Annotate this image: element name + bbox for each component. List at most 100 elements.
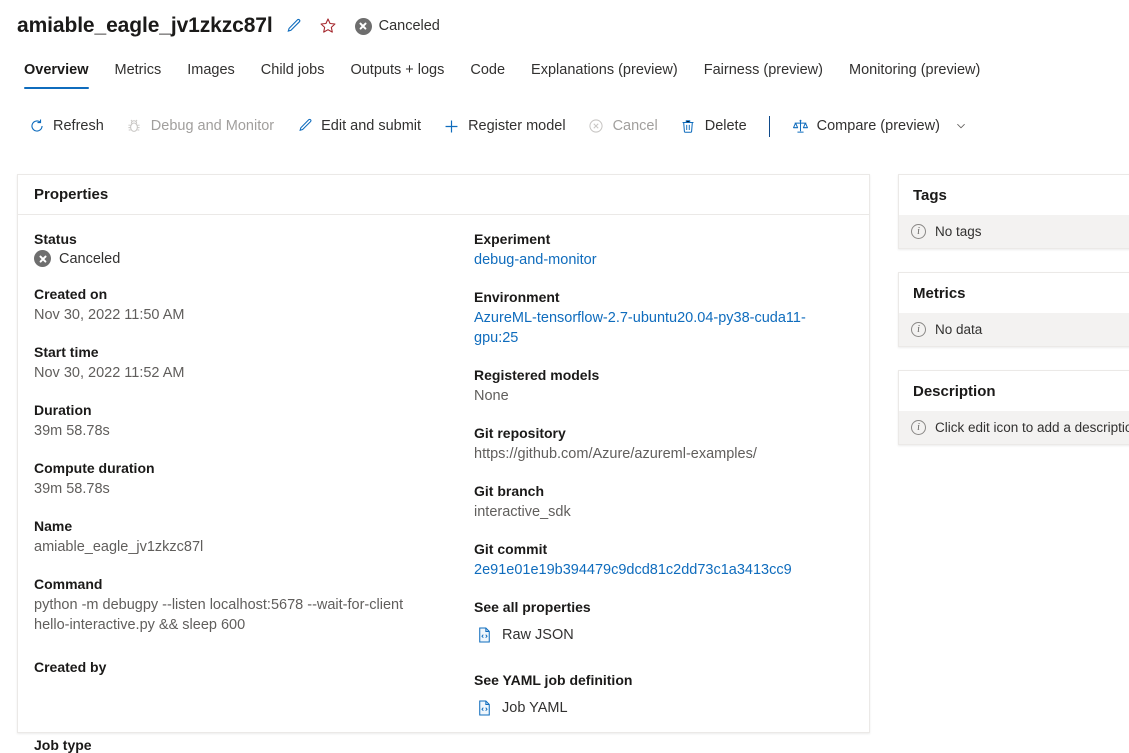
section-label: See all properties [474,599,591,615]
property-label: Start time [34,344,99,360]
tab-bar: Overview Metrics Images Child jobs Outpu… [17,58,993,89]
page-title: amiable_eagle_jv1zkzc87l [17,14,273,37]
environment-link[interactable]: AzureML-tensorflow-2.7-ubuntu20.04-py38-… [474,308,846,348]
debug-and-monitor-button[interactable]: Debug and Monitor [115,110,285,142]
pencil-icon [296,118,313,135]
tab-fairness[interactable]: Fairness (preview) [691,58,836,89]
tab-label: Outputs + logs [350,62,445,78]
property-value: Canceled [34,250,442,267]
property-created-on: Created on Nov 30, 2022 11:50 AM [34,284,442,325]
star-icon[interactable] [315,13,341,39]
tab-code[interactable]: Code [457,58,518,89]
command-bar: Refresh Debug and Monitor Edit and submi… [17,110,978,142]
tab-images[interactable]: Images [174,58,248,89]
properties-right-column: Experiment debug-and-monitor Environment… [458,229,868,753]
property-value: https://github.com/Azure/azureml-example… [474,446,757,462]
register-model-label: Register model [468,118,566,134]
property-start-time: Start time Nov 30, 2022 11:52 AM [34,342,442,383]
raw-json-link[interactable]: Raw JSON [476,626,852,644]
status-badge: Canceled [354,17,440,35]
section-label: See YAML job definition [474,672,633,688]
property-value: 39m 58.78s [34,481,110,497]
metrics-title: Metrics [899,273,1129,313]
info-icon [911,322,926,337]
scales-icon [792,118,809,135]
page-header: amiable_eagle_jv1zkzc87l Canceled [17,12,440,40]
property-label: Registered models [474,367,600,383]
cancel-button[interactable]: Cancel [577,110,669,142]
edit-and-submit-label: Edit and submit [321,118,422,134]
tags-title: Tags [899,175,1129,215]
property-command: Command python -m debugpy --listen local… [34,574,442,635]
metrics-card: Metrics No data [898,272,1129,347]
tab-label: Code [470,62,506,78]
properties-body: Status Canceled Created on Nov 30, 2022 … [18,215,869,753]
chevron-down-icon[interactable] [955,120,967,132]
property-git-commit: Git commit 2e91e01e19b394479c9dcd81c2dd7… [474,539,852,580]
raw-json-label: Raw JSON [502,627,574,643]
description-message-label: Click edit icon to add a description [935,420,1129,435]
property-status: Status Canceled [34,229,442,267]
property-environment: Environment AzureML-tensorflow-2.7-ubunt… [474,287,852,348]
job-yaml-label: Job YAML [502,700,568,716]
canceled-icon [354,17,372,35]
compare-button[interactable]: Compare (preview) [781,110,978,142]
cancel-icon [588,118,605,135]
experiment-link[interactable]: debug-and-monitor [474,250,852,270]
property-label: Environment [474,289,560,305]
tab-metrics[interactable]: Metrics [102,58,175,89]
property-value: Nov 30, 2022 11:50 AM [34,307,185,323]
property-label: Command [34,576,103,592]
pencil-icon[interactable] [281,13,307,39]
property-label: Name [34,518,73,534]
property-label: Git commit [474,541,548,557]
property-label: Job type [34,737,92,753]
canceled-icon [34,250,51,267]
tab-label: Images [187,62,235,78]
property-label: Compute duration [34,460,155,476]
property-duration: Duration 39m 58.78s [34,400,442,441]
delete-button[interactable]: Delete [669,110,758,142]
refresh-button[interactable]: Refresh [17,110,115,142]
property-value: 39m 58.78s [34,423,110,439]
property-created-by: Created by [34,657,442,718]
toolbar-divider [768,115,770,137]
properties-title: Properties [18,175,869,215]
description-empty-message: Click edit icon to add a description [899,411,1129,444]
property-value: Nov 30, 2022 11:52 AM [34,365,185,381]
description-title: Description [899,371,1129,411]
tab-label: Metrics [114,62,162,78]
job-yaml-link[interactable]: Job YAML [476,699,852,717]
register-model-button[interactable]: Register model [432,110,577,142]
property-label: Git branch [474,483,545,499]
metrics-empty-message: No data [899,313,1129,346]
property-label: Duration [34,402,92,418]
tags-message-label: No tags [935,224,982,239]
property-label: Experiment [474,231,551,247]
tab-explanations[interactable]: Explanations (preview) [518,58,691,89]
refresh-label: Refresh [53,118,104,134]
property-label: Created by [34,659,107,675]
property-git-branch: Git branch interactive_sdk [474,481,852,522]
git-commit-link[interactable]: 2e91e01e19b394479c9dcd81c2dd73c1a3413cc9 [474,560,852,580]
info-icon [911,420,926,435]
delete-label: Delete [704,118,747,134]
yaml-file-icon [476,699,493,717]
tab-monitoring[interactable]: Monitoring (preview) [836,58,993,89]
plus-icon [443,118,460,135]
tags-empty-message: No tags [899,215,1129,248]
cancel-label: Cancel [612,118,658,134]
tags-card: Tags No tags [898,174,1129,249]
property-value: interactive_sdk [474,504,571,520]
property-value [34,678,442,718]
compare-label: Compare (preview) [816,118,940,134]
job-details-page: amiable_eagle_jv1zkzc87l Canceled Overvi… [0,0,1129,753]
tab-label: Monitoring (preview) [848,62,981,78]
property-value: None [474,388,509,404]
edit-and-submit-button[interactable]: Edit and submit [285,110,432,142]
status-label: Canceled [378,18,440,34]
tab-overview[interactable]: Overview [17,58,102,89]
tab-outputs-logs[interactable]: Outputs + logs [337,58,457,89]
property-value: amiable_eagle_jv1zkzc87l [34,539,204,555]
tab-child-jobs[interactable]: Child jobs [248,58,338,89]
